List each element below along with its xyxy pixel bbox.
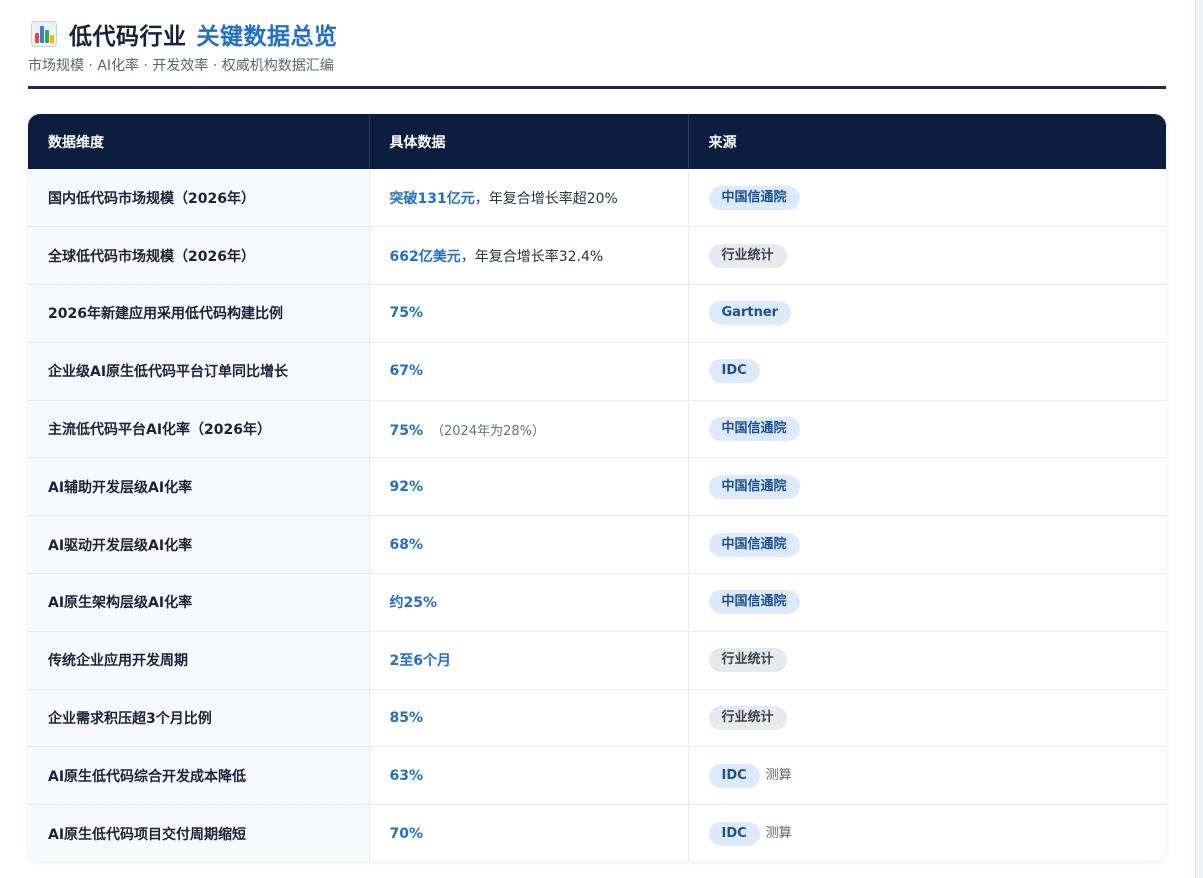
column-header-dimension: 数据维度 — [28, 114, 370, 169]
value-highlight: 突破131亿元 — [389, 190, 475, 207]
cell-source: Gartner — [688, 285, 1166, 343]
header: 低代码行业 关键数据总览 市场规模 · AI化率 · 开发效率 · 权威机构数据… — [28, 18, 1166, 75]
page-title: 低代码行业 — [69, 24, 187, 50]
cell-value: 2至6个月 — [369, 631, 689, 690]
cell-value: 约25% — [369, 573, 689, 632]
cell-source: 中国信通院 — [688, 169, 1166, 227]
table-row: 2026年新建应用采用低代码构建比例 75% Gartner — [28, 284, 1166, 343]
value-highlight: 92% — [389, 478, 424, 495]
cell-dimension: 全球低代码市场规模（2026年） — [28, 226, 370, 285]
cell-source: 中国信通院 — [688, 574, 1166, 632]
cell-dimension: 主流低代码平台AI化率（2026年） — [28, 400, 370, 458]
source-badge: 中国信通院 — [708, 590, 800, 615]
cell-dimension: 企业级AI原生低代码平台订单同比增长 — [28, 342, 370, 401]
source-badge: 中国信通院 — [708, 532, 800, 557]
bar-chart-icon — [31, 21, 57, 47]
table-body: 国内低代码市场规模（2026年） 突破131亿元，年复合增长率超20% 中国信通院全… — [28, 169, 1166, 861]
source-badge: 行业统计 — [708, 706, 787, 731]
page-subtitle: 市场规模 · AI化率 · 开发效率 · 权威机构数据汇编 — [28, 58, 334, 74]
value-highlight: 75% — [389, 305, 424, 322]
value-highlight: 85% — [389, 710, 424, 727]
cell-value: 67% — [369, 342, 689, 401]
source-badge: 行业统计 — [708, 243, 787, 268]
table-row: AI原生低代码综合开发成本降低 63% IDC 测算 — [28, 746, 1166, 805]
cell-value: 75% （2024年为28%） — [369, 400, 689, 458]
value-highlight: 约25% — [389, 595, 438, 612]
cell-dimension: AI驱动开发层级AI化率 — [28, 515, 370, 574]
value-detail: ，年复合增长率32.4% — [460, 248, 604, 265]
data-table-card: 数据维度 具体数据 来源 国内低代码市场规模（2026年） 突破131亿元，年复合… — [28, 114, 1166, 861]
value-detail: ，年复合增长率超20% — [474, 190, 618, 207]
value-highlight: 68% — [389, 536, 424, 553]
cell-dimension: 企业需求积压超3个月比例 — [28, 689, 370, 747]
cell-value: 63% — [369, 746, 689, 805]
table-row: 国内低代码市场规模（2026年） 突破131亿元，年复合增长率超20% 中国信通院 — [28, 169, 1166, 227]
value-highlight: 662亿美元 — [389, 248, 461, 265]
cell-value: 92% — [369, 457, 689, 516]
table-header-row: 数据维度 具体数据 来源 — [28, 114, 1166, 169]
source-note: 测算 — [765, 767, 792, 783]
cell-source: 中国信通院 — [688, 458, 1166, 516]
page-title-accent: 关键数据总览 — [196, 24, 338, 50]
table-row: AI辅助开发层级AI化率 92% 中国信通院 — [28, 457, 1166, 516]
value-highlight: 63% — [389, 767, 424, 784]
source-badge: 行业统计 — [708, 648, 787, 673]
cell-value: 75% — [369, 284, 689, 343]
value-note: （2024年为28%） — [431, 423, 545, 439]
cell-dimension: AI原生架构层级AI化率 — [28, 573, 370, 632]
header-divider — [28, 86, 1166, 89]
source-badge: IDC — [708, 359, 760, 384]
source-badge: Gartner — [708, 301, 792, 326]
page: 低代码行业 关键数据总览 市场规模 · AI化率 · 开发效率 · 权威机构数据… — [0, 0, 1196, 878]
cell-source: 行业统计 — [688, 227, 1166, 285]
source-badge: 中国信通院 — [708, 185, 800, 210]
cell-source: 行业统计 — [688, 689, 1166, 747]
table-row: 企业级AI原生低代码平台订单同比增长 67% IDC — [28, 342, 1166, 401]
cell-dimension: AI原生低代码项目交付周期缩短 — [28, 804, 370, 861]
table-row: AI原生架构层级AI化率 约25% 中国信通院 — [28, 573, 1166, 632]
table-row: 传统企业应用开发周期 2至6个月 行业统计 — [28, 631, 1166, 690]
source-badge: IDC — [708, 821, 760, 846]
cell-value: 突破131亿元，年复合增长率超20% — [369, 169, 689, 227]
source-badge: 中国信通院 — [708, 474, 800, 499]
source-note: 测算 — [765, 825, 792, 841]
value-highlight: 67% — [389, 363, 424, 380]
table-row: 全球低代码市场规模（2026年） 662亿美元，年复合增长率32.4% 行业统计 — [28, 226, 1166, 285]
title-row: 低代码行业 关键数据总览 — [28, 18, 1166, 50]
source-badge: IDC — [708, 763, 760, 788]
data-table: 数据维度 具体数据 来源 国内低代码市场规模（2026年） 突破131亿元，年复合… — [28, 114, 1166, 861]
cell-source: IDC 测算 — [688, 805, 1166, 861]
cell-source: IDC 测算 — [688, 747, 1166, 805]
table-row: 企业需求积压超3个月比例 85% 行业统计 — [28, 689, 1166, 747]
cell-value: 70% — [369, 804, 689, 861]
value-highlight: 2至6个月 — [389, 653, 451, 670]
cell-value: 85% — [369, 689, 689, 747]
table-row: 主流低代码平台AI化率（2026年） 75% （2024年为28%） 中国信通院 — [28, 400, 1166, 458]
column-header-value: 具体数据 — [369, 114, 689, 169]
cell-source: 中国信通院 — [688, 516, 1166, 574]
cell-dimension: AI辅助开发层级AI化率 — [28, 457, 370, 516]
cell-dimension: 2026年新建应用采用低代码构建比例 — [28, 284, 370, 343]
cell-dimension: 国内低代码市场规模（2026年） — [28, 169, 370, 227]
value-highlight: 70% — [389, 825, 424, 842]
cell-source: IDC — [688, 342, 1166, 400]
cell-dimension: 传统企业应用开发周期 — [28, 631, 370, 690]
column-header-source: 来源 — [708, 134, 737, 151]
cell-source: 行业统计 — [688, 631, 1166, 689]
table-row: AI驱动开发层级AI化率 68% 中国信通院 — [28, 515, 1166, 574]
cell-value: 68% — [369, 515, 689, 574]
cell-value: 662亿美元，年复合增长率32.4% — [369, 226, 689, 285]
source-badge: 中国信通院 — [708, 417, 800, 442]
cell-dimension: AI原生低代码综合开发成本降低 — [28, 746, 370, 805]
cell-source: 中国信通院 — [688, 400, 1166, 458]
value-highlight: 75% — [389, 422, 424, 439]
table-row: AI原生低代码项目交付周期缩短 70% IDC 测算 — [28, 804, 1166, 861]
